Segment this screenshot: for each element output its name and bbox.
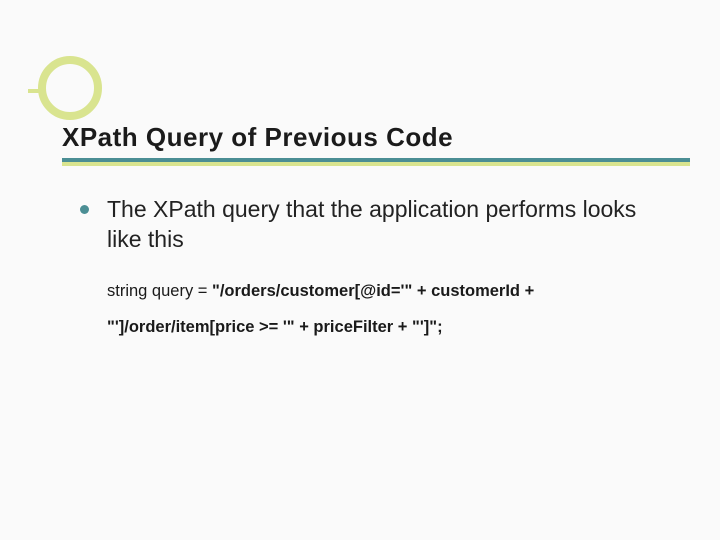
slide: XPath Query of Previous Code The XPath q… <box>0 0 720 540</box>
code-line-1-plain: string query = <box>107 282 212 300</box>
code-line-2-bold: "']/order/item[price >= '" + priceFilter… <box>107 318 443 336</box>
code-line-1: string query = "/orders/customer[@id='" … <box>107 273 660 309</box>
decorative-circle-icon <box>38 56 102 120</box>
code-block: string query = "/orders/customer[@id='" … <box>107 273 660 346</box>
title-underline <box>62 158 690 166</box>
underline-olive <box>62 162 690 166</box>
bullet-item: The XPath query that the application per… <box>80 195 660 255</box>
slide-title: XPath Query of Previous Code <box>62 122 680 153</box>
slide-body: The XPath query that the application per… <box>80 195 660 345</box>
code-line-1-bold: "/orders/customer[@id='" + customerId + <box>212 282 534 300</box>
bullet-text: The XPath query that the application per… <box>107 195 660 255</box>
code-line-2: "']/order/item[price >= '" + priceFilter… <box>107 309 660 345</box>
bullet-dot-icon <box>80 205 89 214</box>
